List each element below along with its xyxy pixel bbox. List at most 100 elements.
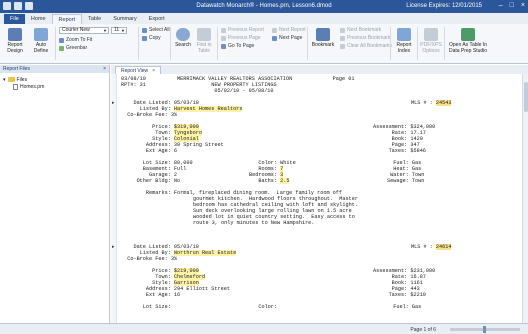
search-button[interactable]: Search xyxy=(173,28,193,49)
field-fuel: Fuel: Gas xyxy=(387,304,422,310)
next-report-button[interactable]: Next Report xyxy=(272,27,306,33)
select-all-icon xyxy=(142,27,147,33)
search-icon xyxy=(176,28,190,41)
field-baths: Baths: 2.5 xyxy=(249,178,290,184)
field-mls: MLS # : 24543 xyxy=(411,100,452,106)
tab-table[interactable]: Table xyxy=(82,14,107,24)
go-to-page-button[interactable]: Go To Page xyxy=(221,43,254,49)
bookmark-button[interactable]: Bookmark xyxy=(310,28,336,49)
field-mls: MLS # : 24614 xyxy=(411,244,452,250)
greenbar-button[interactable]: Greenbar xyxy=(59,45,87,51)
panel-close-icon[interactable]: × xyxy=(103,65,106,73)
field-ext-age: Ext Age: 6 xyxy=(121,148,178,154)
record-marker: ▸ xyxy=(112,100,115,106)
data-prep-icon xyxy=(461,28,475,41)
ribbon-tabs: File Home Report Table Summary Export xyxy=(0,13,528,24)
ribbon-separator xyxy=(138,27,139,60)
zoom-to-fit-button[interactable]: Zoom To Fit xyxy=(59,37,92,43)
font-name-combo[interactable]: Courier New ▼ xyxy=(59,27,109,34)
ribbon-separator xyxy=(55,27,56,60)
window-controls: – □ × xyxy=(499,2,525,10)
next-report-icon xyxy=(272,27,277,33)
next-bookmark-button[interactable]: Next Bookmark xyxy=(340,27,381,33)
folder-icon xyxy=(7,77,15,82)
report-design-icon xyxy=(8,28,22,41)
tab-report[interactable]: Report xyxy=(51,14,83,24)
auto-define-icon xyxy=(34,28,48,41)
field-taxes: Taxes: $2210 xyxy=(373,292,426,298)
field-taxes: Taxes: $5846 xyxy=(373,148,426,154)
document-tabs: Report View × xyxy=(111,65,528,74)
greenbar-icon xyxy=(59,45,64,51)
copy-icon xyxy=(142,35,147,41)
select-all-button[interactable]: Select All xyxy=(142,27,170,33)
close-tab-icon[interactable]: × xyxy=(152,68,155,74)
tab-home[interactable]: Home xyxy=(25,14,52,24)
tab-summary[interactable]: Summary xyxy=(107,14,143,24)
ribbon-separator xyxy=(390,27,391,60)
auto-define-button[interactable]: Auto Define xyxy=(30,28,52,54)
open-data-prep-button[interactable]: Open As Table In Data Prep Studio xyxy=(447,28,489,54)
field-sewage: Sewage: Town xyxy=(387,178,425,184)
previous-report-icon xyxy=(221,27,226,33)
ribbon-separator xyxy=(417,27,418,60)
minimize-icon[interactable]: – xyxy=(499,2,503,10)
status-bar: Page 1 of 6 xyxy=(0,323,528,334)
ribbon-separator xyxy=(217,27,218,60)
field-other-bldg: Other Bldg: No xyxy=(121,178,181,184)
vertical-scrollbar[interactable] xyxy=(522,74,528,323)
report-view[interactable]: 03/08/10 MERRIMACK VALLEY REALTORS ASSOC… xyxy=(111,74,522,323)
previous-report-button[interactable]: Previous Report xyxy=(221,27,264,33)
go-to-page-icon xyxy=(221,43,226,49)
find-in-table-button[interactable]: Find in Table xyxy=(194,28,214,54)
previous-bookmark-button[interactable]: Previous Bookmark xyxy=(340,35,390,41)
field-lot-size: Lot Size: xyxy=(121,304,174,310)
bookmark-icon xyxy=(316,28,330,41)
next-page-icon xyxy=(272,35,277,41)
report-design-button[interactable]: Report Design xyxy=(3,28,27,54)
report-index-button[interactable]: Report Index xyxy=(393,28,415,54)
close-icon[interactable]: × xyxy=(521,2,525,10)
next-bookmark-icon xyxy=(340,27,345,33)
pdf-options-button[interactable]: PDF/XPS Options xyxy=(420,28,442,54)
clear-bookmarks-icon xyxy=(340,43,345,49)
file-icon xyxy=(13,83,18,90)
font-size-combo[interactable]: 11 ▼ xyxy=(111,27,127,34)
zoom-slider[interactable] xyxy=(450,326,520,333)
tab-export[interactable]: Export xyxy=(143,14,171,24)
ribbon-separator xyxy=(444,27,445,60)
file-tree: ▾ Files Homes.prn xyxy=(0,73,109,93)
field-cobroke: Co-Broke Fee: 3% xyxy=(121,256,178,262)
report-index-icon xyxy=(397,28,411,41)
previous-bookmark-icon xyxy=(340,35,345,41)
ribbon-separator xyxy=(170,27,171,60)
previous-page-button[interactable]: Previous Page xyxy=(221,35,261,41)
zoom-icon xyxy=(59,37,64,43)
page-indicator: Page 1 of 6 xyxy=(410,327,436,333)
copy-button[interactable]: Copy xyxy=(142,35,161,41)
report-gutter xyxy=(111,74,117,323)
chevron-down-icon: ▼ xyxy=(121,28,125,33)
collapse-icon[interactable]: ▾ xyxy=(3,77,6,83)
record-marker: ▸ xyxy=(112,244,115,250)
tree-root[interactable]: ▾ Files xyxy=(3,76,106,83)
ribbon: Report Design Auto Define Courier New ▼ 1… xyxy=(0,24,528,64)
title-bar: Datawatch Monarch® - Homes.prn, Lesson6.… xyxy=(0,0,528,13)
ribbon-separator xyxy=(307,27,308,60)
zoom-slider-knob[interactable] xyxy=(483,326,486,333)
next-page-button[interactable]: Next Page xyxy=(272,35,302,41)
pdf-icon xyxy=(424,28,438,41)
panel-header: Report Files × xyxy=(0,65,109,73)
report-header-line: 05/02/10 - 05/08/10 xyxy=(121,88,274,94)
remarks-line: route 3, only minutes to New Hampshire. xyxy=(193,220,315,226)
tab-file[interactable]: File xyxy=(4,14,25,24)
maximize-icon[interactable]: □ xyxy=(510,2,514,10)
license-label: License Expires: 12/01/2015 xyxy=(406,3,482,9)
tree-item-homes[interactable]: Homes.prn xyxy=(3,83,106,90)
chevron-down-icon: ▼ xyxy=(103,28,107,33)
field-color: Color: xyxy=(249,304,281,310)
clear-all-bookmarks-button[interactable]: Clear All Bookmarks xyxy=(340,43,392,49)
find-in-table-icon xyxy=(197,28,211,41)
tab-report-view[interactable]: Report View × xyxy=(115,66,162,74)
scrollbar-thumb[interactable] xyxy=(524,82,528,112)
